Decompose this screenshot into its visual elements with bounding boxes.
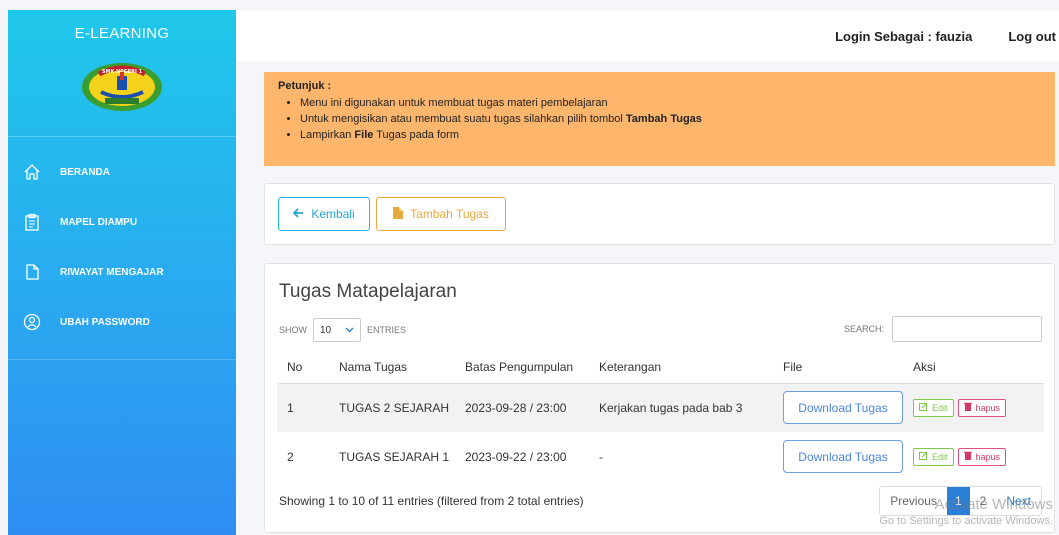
sidebar-item-label: RIWAYAT MENGAJAR xyxy=(60,266,164,278)
table-info: Showing 1 to 10 of 11 entries (filtered … xyxy=(279,494,584,508)
sidebar-item-ubah-password[interactable]: UBAH PASSWORD xyxy=(8,297,236,347)
instruction-item: Untuk mengisikan atau membuat suatu tuga… xyxy=(300,111,1041,127)
instruction-text: Lampirkan xyxy=(300,129,355,141)
sidebar-item-label: UBAH PASSWORD xyxy=(60,316,150,328)
school-logo-icon: SMK NEGERI 1 xyxy=(82,63,162,111)
column-header[interactable]: Aksi xyxy=(903,352,1044,384)
edit-button[interactable]: Edit xyxy=(913,398,954,417)
edit-label: Edit xyxy=(932,451,948,462)
cell-no: 2 xyxy=(287,449,294,464)
cell-nama-tugas: TUGAS 2 SEJARAH xyxy=(329,383,455,432)
chevron-down-icon xyxy=(345,325,354,336)
cell-aksi: Edit hapus xyxy=(903,383,1044,432)
column-header[interactable]: File xyxy=(773,352,903,384)
cell-batas: 2023-09-28 / 23:00 xyxy=(455,383,589,432)
row-actions: Edit hapus xyxy=(913,447,1044,466)
file-icon xyxy=(393,206,404,222)
home-icon xyxy=(22,162,42,182)
instructions-title: Petunjuk : xyxy=(278,80,332,92)
instruction-text: Untuk mengisikan atau membuat suatu tuga… xyxy=(300,113,626,125)
login-status: Login Sebagai : fauzia xyxy=(835,28,973,44)
instruction-item: Menu ini digunakan untuk membuat tugas m… xyxy=(300,95,1041,111)
instructions-list: Menu ini digunakan untuk membuat tugas m… xyxy=(300,95,1041,143)
column-header[interactable]: Keterangan xyxy=(589,352,773,384)
show-label: SHOW xyxy=(279,325,307,335)
table-row: 2 TUGAS SEJARAH 1 2023-09-22 / 23:00 - D… xyxy=(277,432,1044,481)
instruction-bold: File xyxy=(354,129,374,141)
entries-length-control: SHOW 10 ENTRIES xyxy=(279,318,406,342)
trash-icon xyxy=(963,451,972,462)
table-row: 1 TUGAS 2 SEJARAH 2023-09-28 / 23:00 Ker… xyxy=(277,383,1044,432)
tasks-table-card: Tugas Matapelajaran SHOW 10 ENTRIES SEAR… xyxy=(264,263,1055,533)
search-label: SEARCH: xyxy=(843,324,884,334)
entries-label: ENTRIES xyxy=(367,325,407,335)
row-actions: Edit hapus xyxy=(913,398,1044,417)
sidebar-divider xyxy=(8,359,236,360)
edit-icon xyxy=(919,402,928,413)
logout-link[interactable]: Log out xyxy=(1008,29,1056,44)
sidebar-item-label: MAPEL DIAMPU xyxy=(60,216,138,228)
arrow-left-icon xyxy=(293,207,304,221)
add-task-button-label: Tambah Tugas xyxy=(410,207,489,221)
column-header[interactable]: Nama Tugas xyxy=(329,352,455,384)
delete-label: hapus xyxy=(975,402,1001,413)
delete-button[interactable]: hapus xyxy=(957,398,1007,417)
tasks-table: No Nama Tugas Batas Pengumpulan Keterang… xyxy=(277,352,1044,481)
table-header-row: No Nama Tugas Batas Pengumpulan Keterang… xyxy=(277,352,1044,384)
delete-label: hapus xyxy=(975,451,1001,462)
cell-aksi: Edit hapus xyxy=(903,432,1044,481)
sidebar-item-label: BERANDA xyxy=(60,166,110,178)
sidebar-divider xyxy=(8,136,236,137)
instruction-text: Tugas pada form xyxy=(373,129,459,141)
activate-windows-watermark: Activate Windows Go to Settings to activ… xyxy=(879,496,1053,530)
search-input[interactable] xyxy=(892,316,1042,342)
watermark-subtitle: Go to Settings to activate Windows. xyxy=(879,515,1053,527)
sidebar-nav: BERANDA MAPEL DIAMPU RIWAYAT MENGAJAR UB… xyxy=(8,147,236,347)
cell-keterangan: - xyxy=(599,449,603,464)
download-task-button[interactable]: Download Tugas xyxy=(783,440,903,473)
cell-keterangan: Kerjakan tugas pada bab 3 xyxy=(589,383,773,432)
back-button[interactable]: Kembali xyxy=(278,197,370,231)
edit-button[interactable]: Edit xyxy=(913,447,954,466)
cell-file: Download Tugas xyxy=(773,432,903,481)
column-header[interactable]: Batas Pengumpulan xyxy=(455,352,589,384)
add-task-button[interactable]: Tambah Tugas xyxy=(376,197,506,231)
sidebar-item-riwayat-mengajar[interactable]: RIWAYAT MENGAJAR xyxy=(8,247,236,297)
instruction-bold: Tambah Tugas xyxy=(625,113,702,125)
edit-label: Edit xyxy=(932,402,948,413)
sidebar: E-LEARNING SMK NEGERI 1 BERANDA MAPEL DI… xyxy=(8,10,236,535)
column-header[interactable]: No xyxy=(277,352,329,384)
card-title: Tugas Matapelajaran xyxy=(279,281,457,302)
cell-batas: 2023-09-22 / 23:00 xyxy=(465,449,567,464)
cell-nama-tugas: TUGAS SEJARAH 1 xyxy=(339,449,450,464)
cell-file: Download Tugas xyxy=(773,383,903,432)
action-buttons-card: Kembali Tambah Tugas xyxy=(264,183,1055,245)
clipboard-icon xyxy=(22,212,42,232)
user-circle-icon xyxy=(22,312,42,332)
instruction-text: Menu ini digunakan untuk membuat tugas m… xyxy=(300,97,608,109)
download-task-button[interactable]: Download Tugas xyxy=(783,391,903,425)
sidebar-item-mapel-diampu[interactable]: MAPEL DIAMPU xyxy=(8,197,236,247)
entries-select[interactable]: 10 xyxy=(313,318,361,342)
file-icon xyxy=(22,262,42,282)
delete-button[interactable]: hapus xyxy=(957,447,1007,466)
table-search: SEARCH: xyxy=(844,316,1042,342)
instructions-panel: Petunjuk : Menu ini digunakan untuk memb… xyxy=(264,72,1055,166)
sidebar-item-beranda[interactable]: BERANDA xyxy=(8,147,236,197)
watermark-title: Activate Windows xyxy=(934,496,1053,513)
entries-select-value: 10 xyxy=(320,324,332,336)
brand-title[interactable]: E-LEARNING xyxy=(8,10,236,62)
instruction-item: Lampirkan File Tugas pada form xyxy=(300,127,1041,143)
school-logo: SMK NEGERI 1 xyxy=(8,62,236,122)
cell-no: 1 xyxy=(277,383,329,432)
edit-icon xyxy=(919,451,928,462)
trash-icon xyxy=(963,402,972,413)
back-button-label: Kembali xyxy=(311,207,355,221)
top-navbar: Login Sebagai : fauzia Log out xyxy=(236,10,1059,62)
